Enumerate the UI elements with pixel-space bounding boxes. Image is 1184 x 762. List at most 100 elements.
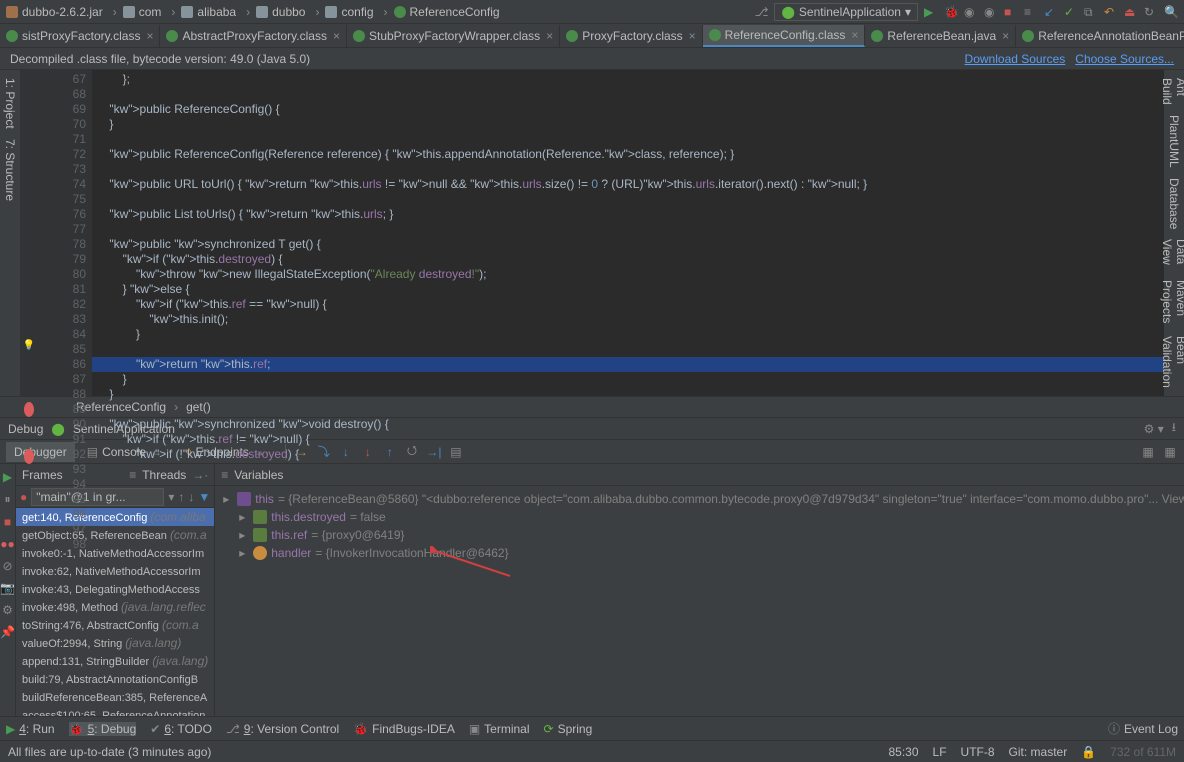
- stack-frame[interactable]: append:131, StringBuilder (java.lang): [16, 652, 214, 670]
- code-line[interactable]: "kw">public URL toUrl() { "kw">return "k…: [92, 177, 1164, 192]
- bottom-tool-run[interactable]: ▶4: Run: [6, 722, 55, 736]
- editor-tab[interactable]: ReferenceConfig.class×: [703, 25, 866, 47]
- code-line[interactable]: [92, 402, 1164, 417]
- code-line[interactable]: "kw">throw "kw">new IllegalStateExceptio…: [92, 267, 1164, 282]
- breakpoint-icon[interactable]: [24, 402, 34, 417]
- next-frame-icon[interactable]: ↓: [188, 490, 194, 504]
- code-line[interactable]: [92, 222, 1164, 237]
- code-line[interactable]: [92, 87, 1164, 102]
- close-icon[interactable]: ×: [333, 29, 340, 43]
- variable-row[interactable]: ▸handler = {InvokerInvocationHandler@646…: [219, 544, 1184, 562]
- code-line[interactable]: }: [92, 372, 1164, 387]
- event-log-button[interactable]: Event Log: [1124, 722, 1178, 736]
- run-icon[interactable]: ▶: [924, 5, 938, 19]
- tool-ant[interactable]: Ant Build: [1160, 78, 1184, 105]
- git-update-icon[interactable]: ↙: [1044, 5, 1058, 19]
- resume-icon[interactable]: ▶: [3, 470, 12, 484]
- git-branch[interactable]: Git: master: [1009, 745, 1068, 759]
- bottom-tool-terminal[interactable]: ▣Terminal: [469, 722, 530, 736]
- expand-toggle-icon[interactable]: ▸: [223, 492, 233, 506]
- tool-maven[interactable]: Maven Projects: [1160, 280, 1184, 326]
- tool-plantuml[interactable]: PlantUML: [1167, 115, 1181, 168]
- mute-breakpoints-icon[interactable]: ⊘: [2, 559, 12, 573]
- code-line[interactable]: "kw">this.init();: [92, 312, 1164, 327]
- code-line[interactable]: "kw">if (!"kw">this.destroyed) {: [92, 447, 1164, 462]
- memory-indicator[interactable]: 732 of 611M: [1110, 745, 1176, 759]
- tool-structure[interactable]: 7: Structure: [3, 139, 17, 201]
- stack-frame[interactable]: valueOf:2994, String (java.lang): [16, 634, 214, 652]
- code-line[interactable]: }: [92, 327, 1164, 342]
- settings2-icon[interactable]: ⚙: [2, 603, 13, 617]
- editor-tab[interactable]: sistProxyFactory.class×: [0, 25, 160, 47]
- download-sources-link[interactable]: Download Sources: [965, 52, 1066, 66]
- pin-icon[interactable]: 📌: [0, 625, 15, 639]
- dump-icon[interactable]: 📷: [0, 581, 15, 595]
- bottom-tool-findbugs-idea[interactable]: 🐞FindBugs-IDEA: [353, 722, 455, 736]
- editor-tab[interactable]: ProxyFactory.class×: [560, 25, 702, 47]
- code-editor[interactable]: }; "kw">public ReferenceConfig() { } "kw…: [92, 70, 1164, 396]
- run-config-selector[interactable]: ⬤ SentinelApplication ▾: [774, 3, 918, 21]
- code-line[interactable]: [92, 192, 1164, 207]
- breadcrumb-item[interactable]: alibaba: [181, 5, 236, 19]
- expand-toggle-icon[interactable]: ▸: [239, 528, 249, 542]
- search-icon[interactable]: 🔍: [1164, 5, 1178, 19]
- code-line[interactable]: "kw">return "kw">this.ref;: [92, 357, 1164, 372]
- stack-frame[interactable]: invoke:43, DelegatingMethodAccess: [16, 580, 214, 598]
- code-line[interactable]: [92, 162, 1164, 177]
- bottom-tool-spring[interactable]: ⟳Spring: [544, 722, 593, 736]
- bottom-tool-todo[interactable]: ✔6: TODO: [150, 722, 212, 736]
- encoding[interactable]: UTF-8: [961, 745, 995, 759]
- stack-frame[interactable]: toString:476, AbstractConfig (com.a: [16, 616, 214, 634]
- code-line[interactable]: "kw">public List toUrls() { "kw">return …: [92, 207, 1164, 222]
- bottom-tool-version-control[interactable]: ⎇9: Version Control: [226, 722, 339, 736]
- breadcrumb-item[interactable]: dubbo-2.6.2.jar: [6, 5, 103, 19]
- code-line[interactable]: "kw">public ReferenceConfig() {: [92, 102, 1164, 117]
- editor-tab[interactable]: AbstractProxyFactory.class×: [160, 25, 347, 47]
- threads-icon[interactable]: ≡: [129, 468, 136, 482]
- layout-icon[interactable]: ≡: [1024, 5, 1038, 19]
- tool-database[interactable]: Database: [1167, 178, 1181, 229]
- download-icon[interactable]: ⭳: [1172, 418, 1176, 439]
- close-icon[interactable]: ×: [1002, 29, 1009, 43]
- editor-tab[interactable]: ReferenceBean.java×: [865, 25, 1016, 47]
- debug-icon[interactable]: 🐞: [944, 5, 958, 19]
- breadcrumb-item[interactable]: com: [123, 5, 162, 19]
- variable-row[interactable]: ▸this.ref = {proxy0@6419}: [219, 526, 1184, 544]
- chevron-down-icon[interactable]: ▾: [168, 490, 174, 504]
- profile-icon[interactable]: ◉: [984, 5, 998, 19]
- stop-debug-icon[interactable]: ■: [4, 515, 11, 529]
- editor-tab[interactable]: StubProxyFactoryWrapper.class×: [347, 25, 560, 47]
- code-line[interactable]: };: [92, 72, 1164, 87]
- code-line[interactable]: "kw">if ("kw">this.destroyed) {: [92, 252, 1164, 267]
- code-line[interactable]: "kw">if ("kw">this.ref == "kw">null) {: [92, 297, 1164, 312]
- bottom-tool-debug[interactable]: 🐞5: Debug: [69, 722, 137, 736]
- revert-icon[interactable]: ↶: [1104, 5, 1118, 19]
- variable-row[interactable]: ▸this = {ReferenceBean@5860} "<dubbo:ref…: [219, 490, 1184, 508]
- line-sep[interactable]: LF: [933, 745, 947, 759]
- code-line[interactable]: "kw">public "kw">synchronized "kw">void …: [92, 417, 1164, 432]
- stop-icon[interactable]: ■: [1004, 5, 1018, 19]
- breadcrumb-item[interactable]: config: [325, 5, 373, 19]
- sync-icon[interactable]: ↻: [1144, 5, 1158, 19]
- code-line[interactable]: }: [92, 387, 1164, 402]
- code-line[interactable]: [92, 342, 1164, 357]
- tool-bean[interactable]: Bean Validation: [1160, 336, 1184, 388]
- settings-icon[interactable]: ▦: [1162, 444, 1178, 460]
- tool-project[interactable]: 1: Project: [3, 78, 17, 129]
- variable-row[interactable]: ▸this.destroyed = false: [219, 508, 1184, 526]
- coverage-icon[interactable]: ◉: [964, 5, 978, 19]
- breadcrumb-item[interactable]: ReferenceConfig: [394, 5, 500, 19]
- choose-sources-link[interactable]: Choose Sources...: [1075, 52, 1174, 66]
- exit-icon[interactable]: ⏏: [1124, 5, 1138, 19]
- filter-icon[interactable]: ▼: [198, 490, 210, 504]
- code-line[interactable]: "kw">public ReferenceConfig(Reference re…: [92, 147, 1164, 162]
- tool-dataview[interactable]: Data View: [1160, 239, 1184, 270]
- view-breakpoints-icon[interactable]: ●●: [0, 537, 15, 551]
- code-line[interactable]: } "kw">else {: [92, 282, 1164, 297]
- stack-frame[interactable]: build:79, AbstractAnnotationConfigB: [16, 670, 214, 688]
- editor-tab[interactable]: ReferenceAnnotationBeanPostProcessor.jav…: [1016, 25, 1184, 47]
- git-commit-icon[interactable]: ✓: [1064, 5, 1078, 19]
- close-icon[interactable]: ×: [851, 28, 858, 42]
- breakpoint-icon[interactable]: [24, 449, 34, 464]
- git-show-icon[interactable]: ⧉: [1084, 5, 1098, 19]
